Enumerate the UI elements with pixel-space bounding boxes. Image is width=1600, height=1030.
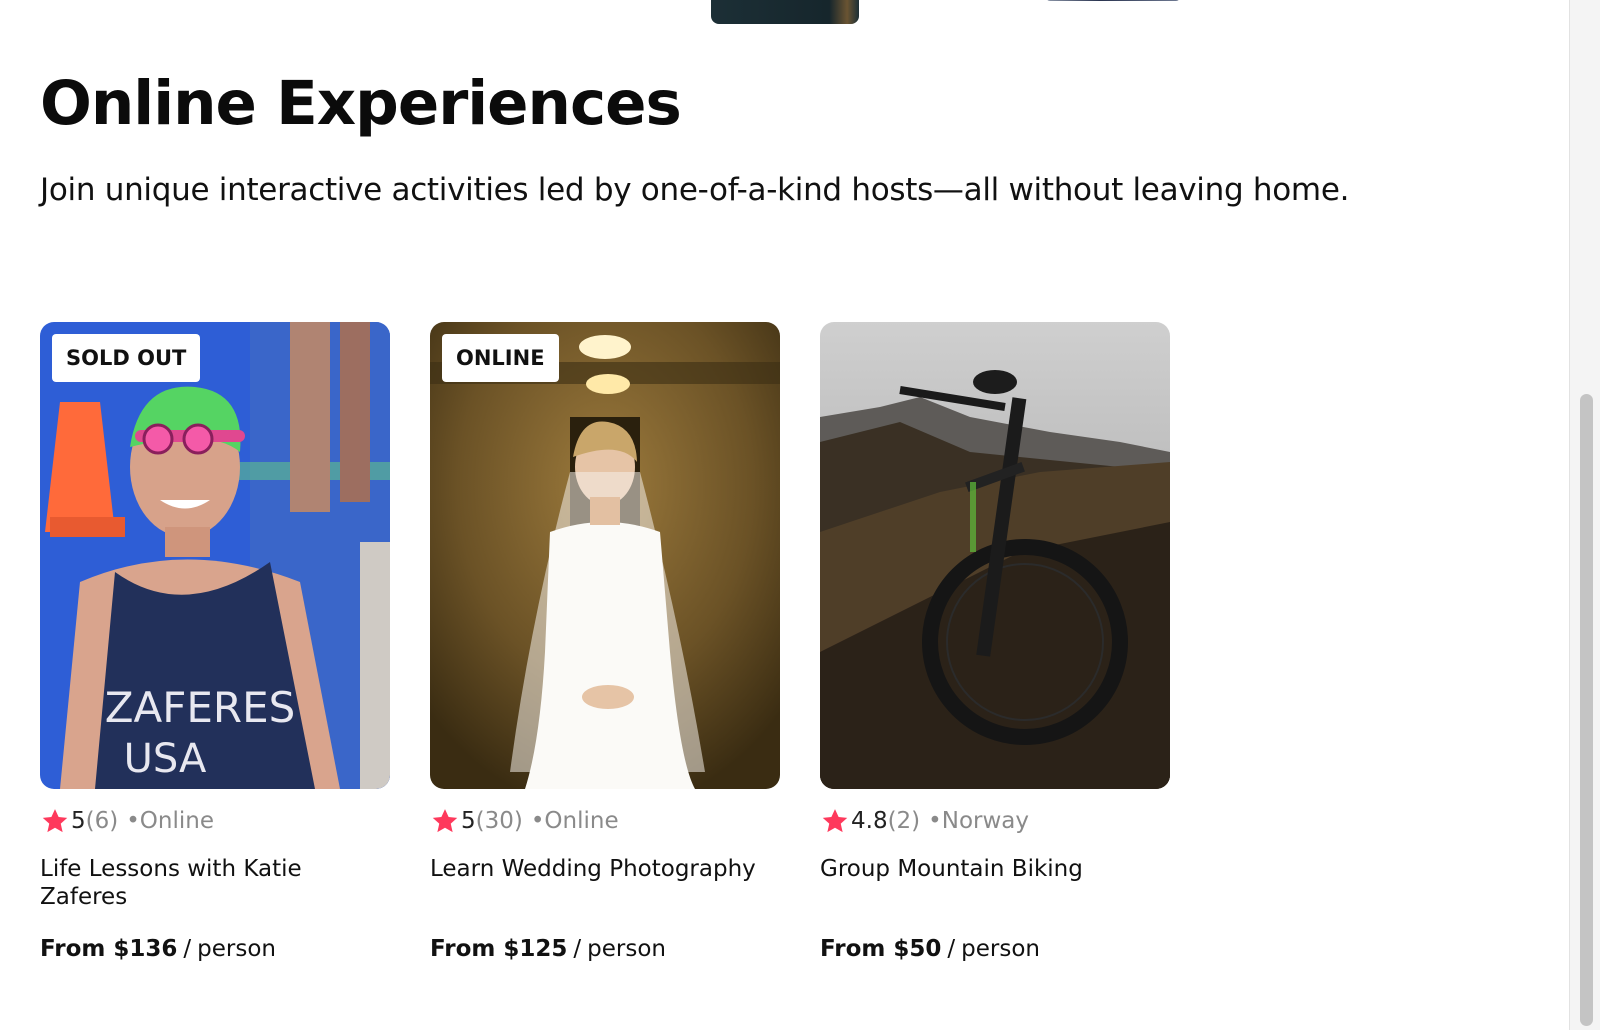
- experience-card-list: ZAFERES USA SOLD OUT 5 (6) •Online Life …: [40, 322, 1170, 965]
- experience-card[interactable]: ZAFERES USA SOLD OUT 5 (6) •Online Life …: [40, 322, 390, 965]
- experience-photo-bride[interactable]: ONLINE: [430, 322, 780, 789]
- price-separator: /: [183, 936, 192, 962]
- vertical-scrollbar[interactable]: [1569, 0, 1600, 1030]
- previous-section-image[interactable]: [1046, 0, 1180, 1]
- svg-text:ZAFERES: ZAFERES: [105, 683, 296, 732]
- sold-out-badge: SOLD OUT: [52, 334, 201, 382]
- experience-title[interactable]: Learn Wedding Photography: [430, 855, 780, 911]
- scrollbar-thumb[interactable]: [1580, 394, 1593, 1026]
- section-title: Online Experiences: [40, 68, 682, 139]
- price-row: From $136/person: [40, 933, 390, 965]
- price-row: From $125/person: [430, 933, 780, 965]
- svg-text:USA: USA: [124, 736, 207, 782]
- experience-location: •Online: [530, 808, 619, 834]
- price-amount: From $125: [430, 936, 568, 962]
- review-count: (6): [85, 808, 119, 834]
- rating-value: 5: [461, 808, 476, 834]
- experience-title[interactable]: Group Mountain Biking: [820, 855, 1170, 911]
- price-separator: /: [947, 936, 956, 962]
- section-subtitle: Join unique interactive activities led b…: [40, 172, 1350, 208]
- rating-row: 5 (30) •Online: [430, 805, 780, 837]
- experience-card[interactable]: ONLINE 5 (30) •Online Learn Wedding Phot…: [430, 322, 780, 965]
- price-unit: person: [961, 936, 1040, 962]
- rating-row: 5 (6) •Online: [40, 805, 390, 837]
- review-count: (30): [475, 808, 523, 834]
- star-icon: [42, 809, 68, 833]
- experience-photo-mountain-bike[interactable]: [820, 322, 1170, 789]
- previous-section-image[interactable]: [711, 0, 859, 24]
- review-count: (2): [887, 808, 921, 834]
- experience-card[interactable]: 4.8 (2) •Norway Group Mountain Biking Fr…: [820, 322, 1170, 965]
- rating-value: 4.8: [851, 808, 888, 834]
- online-badge: ONLINE: [442, 334, 559, 382]
- experience-location: •Norway: [928, 808, 1029, 834]
- experience-location: •Online: [126, 808, 214, 834]
- experience-title[interactable]: Life Lessons with Katie Zaferes: [40, 855, 390, 911]
- rating-row: 4.8 (2) •Norway: [820, 805, 1170, 837]
- star-icon: [432, 809, 458, 833]
- price-separator: /: [573, 936, 582, 962]
- price-row: From $50/person: [820, 933, 1170, 965]
- price-unit: person: [197, 936, 276, 962]
- price-amount: From $136: [40, 936, 178, 962]
- experience-photo-triathlete[interactable]: ZAFERES USA SOLD OUT: [40, 322, 390, 789]
- price-unit: person: [587, 936, 666, 962]
- online-experiences-page: Online Experiences Join unique interacti…: [0, 0, 1568, 1030]
- star-icon: [822, 809, 848, 833]
- price-amount: From $50: [820, 936, 942, 962]
- rating-value: 5: [71, 808, 86, 834]
